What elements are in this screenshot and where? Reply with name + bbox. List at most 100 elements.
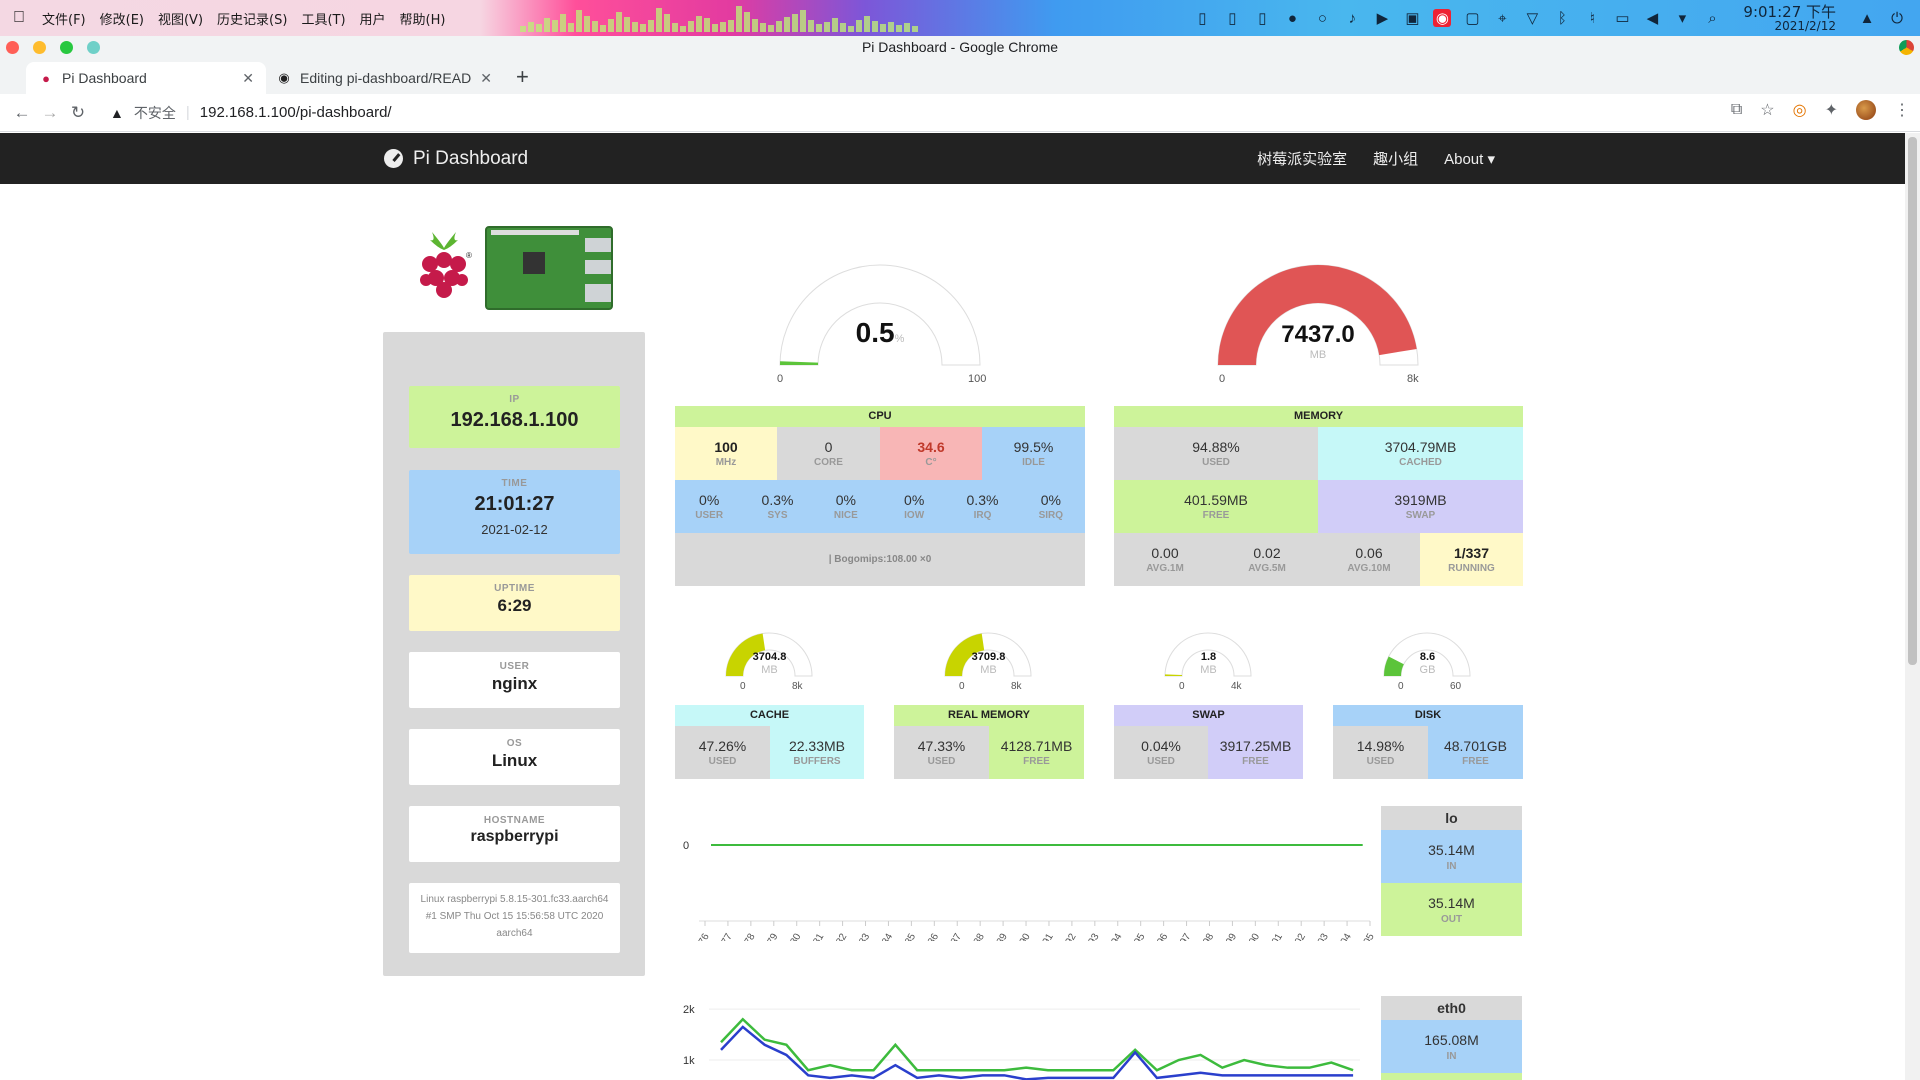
chat-icon[interactable]: ▭ (1613, 9, 1631, 27)
cup-icon[interactable]: ▽ (1523, 9, 1541, 27)
extension-color-icon[interactable]: ◎ (1793, 100, 1807, 120)
visualizer-bar (520, 26, 526, 32)
visualizer-bar (560, 14, 566, 32)
visualizer-bar (712, 24, 718, 32)
location-icon[interactable]: ⌖ (1493, 9, 1511, 27)
close-tab-icon[interactable]: ✕ (242, 70, 254, 87)
address-bar[interactable]: ▲ 不安全 | 192.168.1.100/pi-dashboard/ (110, 103, 392, 123)
new-tab-button[interactable]: + (516, 64, 529, 90)
nav-about-dropdown[interactable]: About ▾ (1444, 150, 1495, 168)
memory-used: 94.88% USED (1114, 427, 1318, 480)
visualizer-bar (616, 12, 622, 32)
chevron-down-icon[interactable]: ▾ (1673, 9, 1691, 27)
url-text[interactable]: 192.168.1.100/pi-dashboard/ (200, 104, 392, 121)
raspberry-pi-board-image (485, 226, 613, 310)
visualizer-bar (592, 21, 598, 32)
circle-icon[interactable]: ○ (1313, 9, 1331, 27)
page-scrollbar[interactable] (1905, 133, 1920, 1080)
apple-icon[interactable]:  (0, 9, 38, 27)
lo-x-tick-label: 802 (1290, 931, 1308, 941)
search-icon[interactable]: ⌕ (1703, 9, 1721, 27)
nav-link-lab[interactable]: 树莓派实验室 (1257, 148, 1347, 169)
scrollbar-thumb[interactable] (1908, 137, 1917, 665)
raspberry-icon: ● (42, 70, 50, 86)
cpu-irq: 0.3% IRQ (966, 492, 999, 521)
bluetooth-icon[interactable]: ᛒ (1553, 9, 1571, 27)
menu-user[interactable]: 用户 (360, 9, 386, 28)
real-memory-gauge-value: 3709.8 (971, 651, 1006, 663)
visualizer-bar (680, 26, 686, 32)
lock-icon[interactable]: ▲ (1858, 9, 1876, 27)
forward-arrow-icon[interactable]: → (36, 103, 64, 123)
maximize-window-button[interactable] (60, 41, 73, 54)
cpu-iowait: 0% IOW (904, 492, 925, 521)
disk-gauge-min: 0 (1398, 681, 1404, 692)
visualizer-bar (840, 23, 846, 32)
lo-x-tick-label: 782 (831, 931, 849, 941)
tab-github[interactable]: ◉ Editing pi-dashboard/READM ✕ (264, 62, 504, 94)
window-icon[interactable]: ▯ (1193, 9, 1211, 27)
cpu-gauge-max: 100 (968, 373, 987, 385)
minimize-window-button[interactable] (33, 41, 46, 54)
disk-gauge: 8.6 GB 0 60 (1370, 623, 1485, 697)
running-processes: 1/337 RUNNING (1420, 533, 1523, 586)
menu-history[interactable]: 历史记录(S) (217, 9, 287, 28)
disk-gauge-unit: GB (1419, 664, 1436, 676)
translate-icon[interactable]: ⧉ (1731, 101, 1742, 119)
drop-icon[interactable]: ● (1283, 9, 1301, 27)
swap-gauge-max: 4k (1231, 681, 1242, 692)
kebab-menu-icon[interactable]: ⋮ (1894, 100, 1910, 120)
menu-help[interactable]: 帮助(H) (400, 9, 446, 28)
close-tab-icon[interactable]: ✕ (480, 70, 492, 87)
window-icon[interactable]: ▯ (1253, 9, 1271, 27)
avatar[interactable] (1856, 100, 1876, 120)
reload-icon[interactable]: ↻ (64, 103, 92, 123)
visualizer-bar (848, 26, 854, 32)
netease-icon[interactable]: ◉ (1433, 9, 1452, 27)
star-icon[interactable]: ☆ (1760, 100, 1774, 120)
warning-icon[interactable]: ▲ (110, 105, 124, 121)
cpu-table: CPU 100 MHz 0 CORE 34.6 C° 99.5% IDLE 0% USER… (675, 406, 1085, 586)
menu-view[interactable]: 视图(V) (158, 9, 203, 28)
back-arrow-icon[interactable]: ← (8, 103, 36, 123)
address-divider: | (185, 104, 190, 121)
visualizer-bar (632, 22, 638, 32)
brand-title: Pi Dashboard (413, 147, 529, 169)
play-icon[interactable]: ▶ (1373, 9, 1391, 27)
eth0-series-line-1 (720, 1025, 1354, 1080)
system-clock[interactable]: 9:01:27 下午 2021/2/12 (1743, 4, 1836, 32)
chrome-icon[interactable] (1899, 40, 1914, 55)
window-icon[interactable]: ▯ (1223, 9, 1241, 27)
cpu-sirq: 0% SIRQ (1038, 492, 1064, 521)
menu-file[interactable]: 文件(F) (42, 9, 86, 28)
lo-x-tick-label: 801 (1267, 931, 1285, 941)
app-icon[interactable]: ▣ (1403, 9, 1421, 27)
menu-edit[interactable]: 修改(E) (100, 9, 144, 28)
extra-window-button[interactable] (87, 41, 100, 54)
power-icon[interactable]: ⏻ (1888, 9, 1906, 27)
cache-title: CACHE (675, 705, 864, 726)
lo-traffic-chart: 776 777 778 779 780 781 782 783 784 785 786 787 788 7… (683, 840, 1375, 941)
cpu-nice: 0% NICE (833, 492, 858, 521)
insecure-label[interactable]: 不安全 (134, 103, 176, 123)
clipboard-icon[interactable]: ▢ (1463, 9, 1481, 27)
bell-icon[interactable]: ♪ (1343, 9, 1361, 27)
visualizer-bar (776, 21, 782, 32)
lo-x-tick-label: 805 (1359, 931, 1375, 941)
puzzle-icon[interactable]: ✦ (1825, 100, 1838, 120)
cache-gauge: 3704.8 MB 0 8k (712, 623, 827, 697)
lo-x-tick-label: 786 (923, 931, 941, 941)
close-window-button[interactable] (6, 41, 19, 54)
tab-pi-dashboard[interactable]: ● Pi Dashboard ✕ (26, 62, 266, 94)
microphone-icon[interactable]: ♮ (1583, 9, 1601, 27)
volume-icon[interactable]: ◀ (1643, 9, 1661, 27)
lo-x-tick-label: 794 (1107, 931, 1125, 941)
visualizer-bar (856, 20, 862, 32)
menu-tools[interactable]: 工具(T) (301, 9, 345, 28)
real-memory-used: 47.33% USED (894, 726, 989, 779)
brand[interactable]: Pi Dashboard (384, 133, 528, 184)
cpu-user: 0% USER (695, 492, 724, 521)
visualizer-bar (568, 23, 574, 32)
nav-link-group[interactable]: 趣小组 (1373, 148, 1418, 169)
nav-links: 树莓派实验室 趣小组 About ▾ (1257, 133, 1495, 184)
